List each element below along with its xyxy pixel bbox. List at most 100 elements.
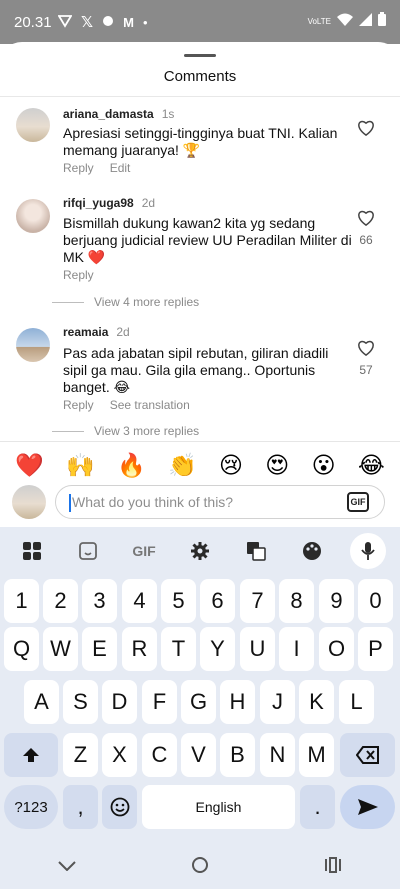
key-7[interactable]: 7 (240, 579, 275, 623)
edit-button[interactable]: Edit (110, 161, 131, 175)
like-count: 57 (359, 363, 373, 377)
symbols-key[interactable]: ?123 (4, 785, 58, 829)
key-f[interactable]: F (142, 680, 177, 724)
avatar[interactable] (16, 328, 50, 362)
sheet-title: Comments (163, 68, 237, 85)
key-m[interactable]: M (299, 733, 334, 777)
heart-icon (358, 340, 374, 357)
like-button[interactable]: 66 (354, 210, 378, 247)
key-t[interactable]: T (161, 627, 196, 671)
see-translation-button[interactable]: See translation (110, 398, 190, 412)
status-bar: 20.31 𝕏 M • VoLTE (0, 0, 400, 44)
key-e[interactable]: E (82, 627, 117, 671)
reply-button[interactable]: Reply (63, 398, 94, 412)
key-n[interactable]: N (260, 733, 295, 777)
key-o[interactable]: O (319, 627, 354, 671)
comment-text: Bismillah dukung kawan2 kita yg sedang b… (63, 215, 352, 265)
reply-button[interactable]: Reply (63, 161, 94, 175)
emoji-laughing[interactable]: 😂 (358, 448, 385, 482)
comment-input[interactable]: What do you think of this? GIF (55, 485, 385, 519)
comment-username[interactable]: ariana_damasta (63, 107, 154, 121)
theme-palette-icon[interactable] (294, 533, 330, 569)
my-avatar (12, 485, 46, 519)
avatar[interactable] (16, 108, 50, 142)
key-z[interactable]: Z (63, 733, 98, 777)
emoji-crying[interactable]: 😢 (219, 448, 243, 482)
comment-username[interactable]: reamaia (63, 325, 108, 339)
comment-username[interactable]: rifqi_yuga98 (63, 196, 134, 210)
key-u[interactable]: U (240, 627, 275, 671)
key-r[interactable]: R (122, 627, 157, 671)
key-2[interactable]: 2 (43, 579, 78, 623)
emoji-key[interactable] (102, 785, 137, 829)
emoji-heart-eyes[interactable]: 😍 (265, 448, 289, 482)
sticker-icon[interactable] (70, 533, 106, 569)
sheet-drag-handle[interactable] (184, 54, 216, 57)
emoji-raised-hands[interactable]: 🙌 (66, 448, 95, 482)
view-more-replies-label: View 4 more replies (94, 295, 200, 309)
reply-button[interactable]: Reply (63, 268, 94, 282)
comment-text: Apresiasi setinggi-tingginya buat TNI. K… (63, 125, 338, 158)
like-count: 66 (359, 233, 373, 247)
gif-button[interactable]: GIF (347, 492, 369, 512)
avatar[interactable] (16, 199, 50, 233)
comma-key[interactable]: , (63, 785, 98, 829)
backspace-icon (355, 746, 379, 764)
key-x[interactable]: X (102, 733, 137, 777)
key-j[interactable]: J (260, 680, 295, 724)
emoji-heart[interactable]: ❤️ (15, 448, 44, 482)
quick-emoji-row: ❤️ 🙌 🔥 👏 😢 😍 😮 😂 (0, 448, 400, 482)
settings-gear-icon[interactable] (182, 533, 218, 569)
key-5[interactable]: 5 (161, 579, 196, 623)
key-4[interactable]: 4 (122, 579, 157, 623)
key-l[interactable]: L (339, 680, 374, 724)
microphone-icon[interactable] (350, 533, 386, 569)
view-more-replies[interactable]: View 4 more replies (52, 295, 199, 309)
back-chevron-icon[interactable] (57, 858, 76, 876)
shift-key[interactable] (4, 733, 58, 777)
notification-icons: 𝕏 M • (57, 13, 148, 31)
key-8[interactable]: 8 (279, 579, 314, 623)
status-time: 20.31 (14, 14, 52, 31)
key-k[interactable]: K (299, 680, 334, 724)
key-h[interactable]: H (220, 680, 255, 724)
gmail-icon: M (123, 14, 134, 30)
key-a[interactable]: A (24, 680, 59, 724)
translate-icon[interactable] (238, 533, 274, 569)
emoji-fire[interactable]: 🔥 (117, 448, 146, 482)
more-dot-icon: • (142, 14, 148, 30)
soft-keyboard: GIF 1 2 3 4 5 6 7 8 9 0 Q W E R T Y U I (0, 527, 400, 889)
space-bar[interactable]: English (142, 785, 295, 829)
like-button[interactable] (354, 120, 378, 141)
period-key[interactable]: . (300, 785, 335, 829)
key-6[interactable]: 6 (200, 579, 235, 623)
like-button[interactable]: 57 (354, 340, 378, 377)
home-circle-icon[interactable] (191, 856, 209, 879)
key-9[interactable]: 9 (319, 579, 354, 623)
emoji-surprised[interactable]: 😮 (312, 448, 336, 482)
gif-tool[interactable]: GIF (126, 533, 162, 569)
key-s[interactable]: S (63, 680, 98, 724)
apps-grid-icon[interactable] (14, 533, 50, 569)
system-navigation-bar (0, 845, 400, 889)
key-d[interactable]: D (102, 680, 137, 724)
send-key[interactable] (340, 785, 395, 829)
recents-icon[interactable] (324, 856, 342, 878)
key-v[interactable]: V (181, 733, 216, 777)
wifi-icon (337, 13, 353, 31)
key-w[interactable]: W (43, 627, 78, 671)
key-i[interactable]: I (279, 627, 314, 671)
emoji-clap[interactable]: 👏 (168, 448, 197, 482)
key-y[interactable]: Y (200, 627, 235, 671)
view-more-replies[interactable]: View 3 more replies (52, 424, 199, 438)
key-c[interactable]: C (142, 733, 177, 777)
backspace-key[interactable] (340, 733, 395, 777)
key-b[interactable]: B (220, 733, 255, 777)
key-g[interactable]: G (181, 680, 216, 724)
key-q[interactable]: Q (4, 627, 39, 671)
key-p[interactable]: P (358, 627, 393, 671)
comment-item: ariana_damasta 1s Apresiasi setinggi-tin… (0, 104, 400, 184)
key-0[interactable]: 0 (358, 579, 393, 623)
key-1[interactable]: 1 (4, 579, 39, 623)
key-3[interactable]: 3 (82, 579, 117, 623)
